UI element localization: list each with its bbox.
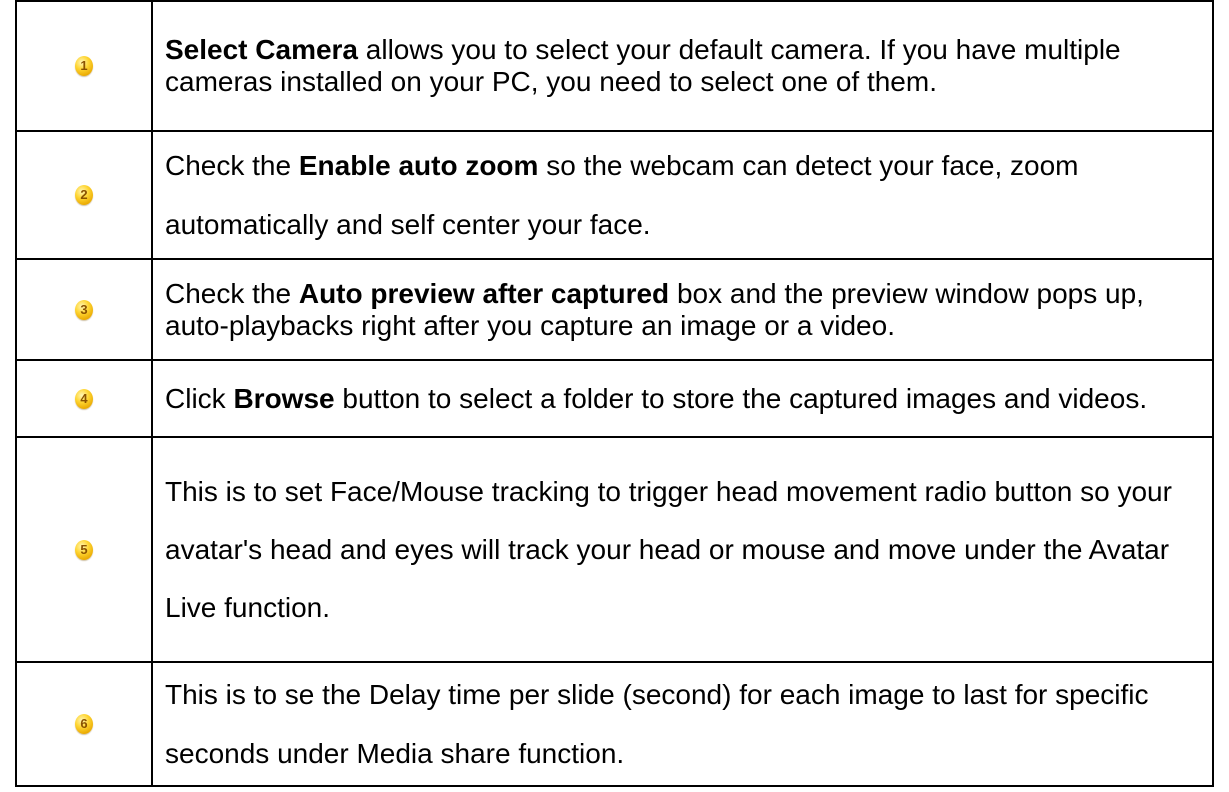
number-4-badge-icon: 4 <box>75 388 93 409</box>
description-text: button to select a folder to store the c… <box>334 382 1148 414</box>
number-1-badge-icon: 1 <box>75 56 93 76</box>
table-row: 1 Select Camera allows you to select you… <box>15 0 1214 132</box>
row-description: Click Browse button to select a folder t… <box>151 359 1214 438</box>
row-number-cell: 6 <box>15 661 153 787</box>
description-prefix: Check the <box>165 150 299 181</box>
row-description: Select Camera allows you to select your … <box>151 0 1214 132</box>
row-description: This is to se the Delay time per slide (… <box>151 661 1214 787</box>
number-5-badge-icon: 5 <box>75 539 93 560</box>
term-auto-preview-after-captured: Auto preview after captured <box>298 277 670 309</box>
row-number-cell: 3 <box>15 258 153 361</box>
table-row: 3 Check the Auto preview after captured … <box>15 258 1214 361</box>
term-enable-auto-zoom: Enable auto zoom <box>298 150 539 181</box>
term-select-camera: Select Camera <box>165 34 359 65</box>
table-row: 2 Check the Enable auto zoom so the webc… <box>15 130 1214 260</box>
row-number-cell: 2 <box>15 130 153 260</box>
row-number-cell: 1 <box>15 0 153 132</box>
row-description: Check the Enable auto zoom so the webcam… <box>151 130 1214 260</box>
instructions-table: 1 Select Camera allows you to select you… <box>15 0 1214 787</box>
table-row: 5 This is to set Face/Mouse tracking to … <box>15 436 1214 663</box>
row-number-cell: 4 <box>15 359 153 438</box>
number-2-badge-icon: 2 <box>75 185 93 205</box>
row-description: Check the Auto preview after captured bo… <box>151 258 1214 361</box>
table-row: 4 Click Browse button to select a folder… <box>15 359 1214 438</box>
number-6-badge-icon: 6 <box>75 714 93 734</box>
description-prefix: Check the <box>165 277 299 309</box>
term-browse: Browse <box>233 382 335 414</box>
row-number-cell: 5 <box>15 436 153 663</box>
row-description: This is to set Face/Mouse tracking to tr… <box>151 436 1214 663</box>
number-3-badge-icon: 3 <box>75 299 93 320</box>
description-prefix: Click <box>165 382 234 414</box>
description-text: This is to set Face/Mouse tracking to tr… <box>165 475 1172 623</box>
table-row: 6 This is to se the Delay time per slide… <box>15 661 1214 787</box>
description-text: This is to se the Delay time per slide (… <box>165 679 1149 769</box>
